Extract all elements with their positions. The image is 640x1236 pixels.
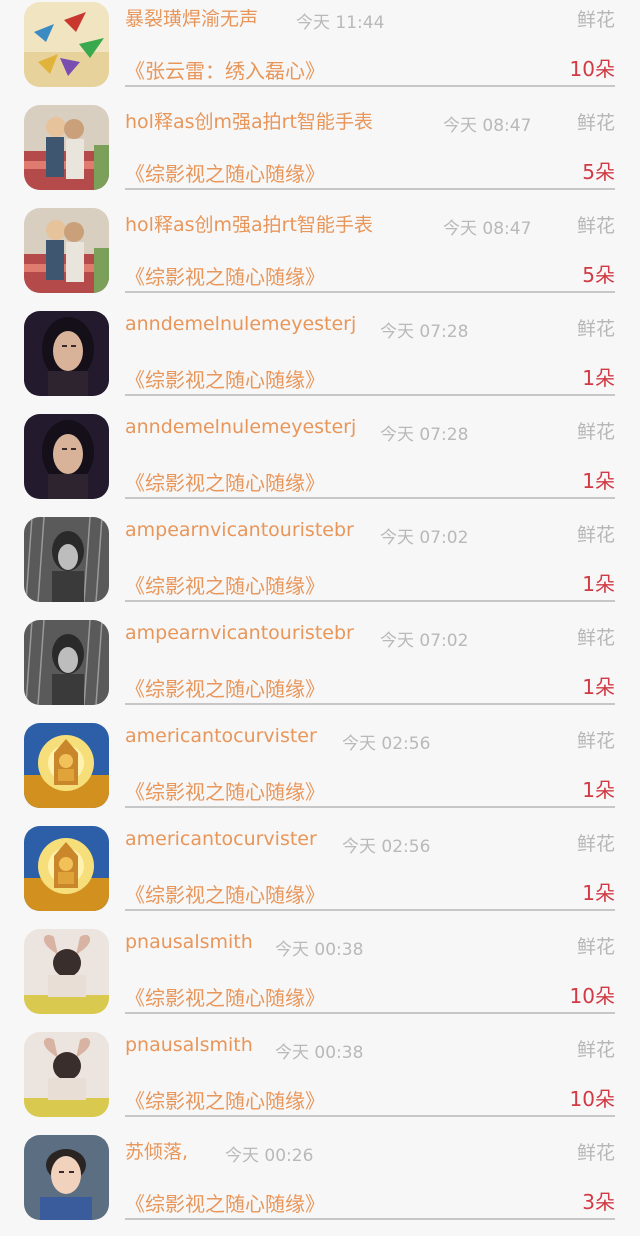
- rain-figure-avatar-icon[interactable]: [24, 620, 109, 705]
- gift-time: 今天 07:02: [380, 631, 469, 651]
- work-title[interactable]: 《综影视之随心随缘》: [125, 776, 325, 805]
- couple-photo-avatar-icon[interactable]: [24, 208, 109, 293]
- gift-record-row[interactable]: hol释as创m强a拍rt智能手表 今天 08:47 鲜花 《综影视之随心随缘》…: [0, 103, 640, 206]
- gift-time: 今天 00:38: [275, 1043, 364, 1063]
- gift-record-row[interactable]: pnausalsmith 今天 00:38 鲜花 《综影视之随心随缘》 10朵: [0, 927, 640, 1030]
- gift-record-row[interactable]: anndemelnulemeyesterj 今天 07:28 鲜花 《综影视之随…: [0, 309, 640, 412]
- gift-record-list: 暴裂璜焊渝无声 今天 11:44 鲜花 《张云雷：绣入磊心》 10朵 hol释a…: [0, 0, 640, 1220]
- gift-record-row[interactable]: ampearnvicantouristebr 今天 07:02 鲜花 《综影视之…: [0, 618, 640, 721]
- gift-count: 5朵: [582, 160, 615, 184]
- work-title[interactable]: 《综影视之随心随缘》: [125, 158, 325, 187]
- gift-count: 1朵: [582, 778, 615, 802]
- gift-record-row[interactable]: 暴裂璜焊渝无声 今天 11:44 鲜花 《张云雷：绣入磊心》 10朵: [0, 0, 640, 103]
- gift-type-label: 鲜花: [576, 730, 615, 752]
- heart-hands-girl-avatar-icon[interactable]: [24, 1032, 109, 1117]
- gift-record-row[interactable]: americantocurvister 今天 02:56 鲜花 《综影视之随心随…: [0, 824, 640, 927]
- gift-time: 今天 08:47: [443, 219, 532, 239]
- row-divider: [125, 1218, 615, 1220]
- gift-count: 10朵: [569, 984, 615, 1008]
- work-title[interactable]: 《综影视之随心随缘》: [125, 1085, 325, 1114]
- row-divider: [125, 600, 615, 602]
- sender-name[interactable]: hol释as创m强a拍rt智能手表: [125, 210, 373, 237]
- gift-record-row[interactable]: ampearnvicantouristebr 今天 07:02 鲜花 《综影视之…: [0, 515, 640, 618]
- couple-photo-avatar-icon[interactable]: [24, 105, 109, 190]
- gift-time: 今天 00:38: [275, 940, 364, 960]
- work-title[interactable]: 《综影视之随心随缘》: [125, 673, 325, 702]
- work-title[interactable]: 《综影视之随心随缘》: [125, 467, 325, 496]
- sender-name[interactable]: americantocurvister: [125, 725, 317, 747]
- sender-name[interactable]: ampearnvicantouristebr: [125, 519, 354, 541]
- work-title[interactable]: 《综影视之随心随缘》: [125, 570, 325, 599]
- woman-portrait-avatar-icon[interactable]: [24, 414, 109, 499]
- gift-count: 1朵: [582, 469, 615, 493]
- gift-count: 1朵: [582, 675, 615, 699]
- gift-time: 今天 07:28: [380, 425, 469, 445]
- gift-count: 5朵: [582, 263, 615, 287]
- gift-count: 1朵: [582, 881, 615, 905]
- gift-type-label: 鲜花: [576, 318, 615, 340]
- work-title[interactable]: 《综影视之随心随缘》: [125, 261, 325, 290]
- gift-type-label: 鲜花: [576, 112, 615, 134]
- rain-figure-avatar-icon[interactable]: [24, 517, 109, 602]
- gift-count: 3朵: [582, 1190, 615, 1214]
- gift-type-label: 鲜花: [576, 215, 615, 237]
- row-divider: [125, 394, 615, 396]
- gift-count: 1朵: [582, 366, 615, 390]
- gift-time: 今天 02:56: [342, 837, 431, 857]
- work-title[interactable]: 《综影视之随心随缘》: [125, 1188, 325, 1217]
- gift-count: 10朵: [569, 57, 615, 81]
- row-divider: [125, 909, 615, 911]
- gift-time: 今天 08:47: [443, 116, 532, 136]
- row-divider: [125, 1012, 615, 1014]
- row-divider: [125, 497, 615, 499]
- gift-record-row[interactable]: hol释as创m强a拍rt智能手表 今天 08:47 鲜花 《综影视之随心随缘》…: [0, 206, 640, 309]
- gift-record-row[interactable]: americantocurvister 今天 02:56 鲜花 《综影视之随心随…: [0, 721, 640, 824]
- sender-name[interactable]: 苏倾落,: [125, 1137, 188, 1164]
- heart-hands-girl-avatar-icon[interactable]: [24, 929, 109, 1014]
- young-man-avatar-icon[interactable]: [24, 1135, 109, 1220]
- gift-time: 今天 11:44: [296, 13, 385, 33]
- gift-record-row[interactable]: 苏倾落, 今天 00:26 鲜花 《综影视之随心随缘》 3朵: [0, 1133, 640, 1236]
- work-title[interactable]: 《张云雷：绣入磊心》: [125, 55, 325, 84]
- gift-count: 10朵: [569, 1087, 615, 1111]
- golden-buddha-avatar-icon[interactable]: [24, 826, 109, 911]
- sender-name[interactable]: anndemelnulemeyesterj: [125, 416, 356, 438]
- sender-name[interactable]: hol释as创m强a拍rt智能手表: [125, 107, 373, 134]
- work-title[interactable]: 《综影视之随心随缘》: [125, 982, 325, 1011]
- gift-type-label: 鲜花: [576, 1039, 615, 1061]
- gift-time: 今天 00:26: [225, 1146, 314, 1166]
- gift-record-row[interactable]: anndemelnulemeyesterj 今天 07:28 鲜花 《综影视之随…: [0, 412, 640, 515]
- gift-count: 1朵: [582, 572, 615, 596]
- row-divider: [125, 1115, 615, 1117]
- sender-name[interactable]: anndemelnulemeyesterj: [125, 313, 356, 335]
- gift-type-label: 鲜花: [576, 627, 615, 649]
- gift-record-row[interactable]: pnausalsmith 今天 00:38 鲜花 《综影视之随心随缘》 10朵: [0, 1030, 640, 1133]
- row-divider: [125, 188, 615, 190]
- row-divider: [125, 291, 615, 293]
- row-divider: [125, 85, 615, 87]
- gift-type-label: 鲜花: [576, 936, 615, 958]
- work-title[interactable]: 《综影视之随心随缘》: [125, 364, 325, 393]
- sender-name[interactable]: 暴裂璜焊渝无声: [125, 4, 258, 31]
- sender-name[interactable]: pnausalsmith: [125, 1034, 253, 1056]
- gift-type-label: 鲜花: [576, 833, 615, 855]
- gift-time: 今天 07:28: [380, 322, 469, 342]
- gift-type-label: 鲜花: [576, 524, 615, 546]
- gift-type-label: 鲜花: [576, 9, 615, 31]
- paper-cranes-avatar-icon[interactable]: [24, 2, 109, 87]
- row-divider: [125, 703, 615, 705]
- gift-type-label: 鲜花: [576, 421, 615, 443]
- work-title[interactable]: 《综影视之随心随缘》: [125, 879, 325, 908]
- golden-buddha-avatar-icon[interactable]: [24, 723, 109, 808]
- sender-name[interactable]: ampearnvicantouristebr: [125, 622, 354, 644]
- gift-time: 今天 02:56: [342, 734, 431, 754]
- row-divider: [125, 806, 615, 808]
- gift-type-label: 鲜花: [576, 1142, 615, 1164]
- sender-name[interactable]: americantocurvister: [125, 828, 317, 850]
- woman-portrait-avatar-icon[interactable]: [24, 311, 109, 396]
- sender-name[interactable]: pnausalsmith: [125, 931, 253, 953]
- gift-time: 今天 07:02: [380, 528, 469, 548]
